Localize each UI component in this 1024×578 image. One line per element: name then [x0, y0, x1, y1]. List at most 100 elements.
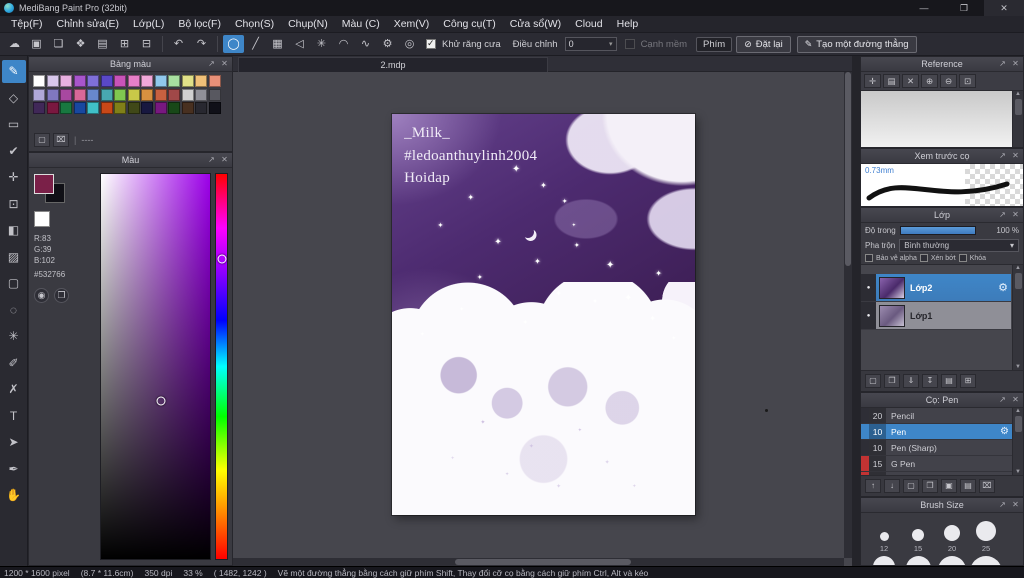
web-color-icon[interactable]: ◉: [34, 288, 49, 304]
hue-bar[interactable]: [215, 173, 228, 560]
color-swatch[interactable]: [141, 88, 153, 101]
color-swatch[interactable]: [141, 75, 153, 87]
duplicate-layer-icon[interactable]: ❐: [884, 374, 900, 388]
save-brush-icon[interactable]: ▣: [941, 479, 957, 493]
add-layer-icon[interactable]: ▢: [865, 374, 881, 388]
layer-settings-icon[interactable]: ⚙: [995, 281, 1011, 294]
color-swatch[interactable]: [168, 75, 180, 87]
color-swatch[interactable]: [60, 75, 72, 87]
dip-pen-tool[interactable]: ✒: [2, 458, 26, 481]
scrollbar-thumb[interactable]: [845, 72, 851, 266]
delete-color-icon[interactable]: ⌧: [53, 133, 69, 147]
menu-item[interactable]: Cửa sổ(W): [503, 16, 568, 33]
pen-tool[interactable]: ✔: [2, 140, 26, 163]
close-icon[interactable]: ✕: [1010, 499, 1021, 511]
menu-item[interactable]: Help: [610, 16, 646, 33]
zoom-in-icon[interactable]: ⊕: [921, 74, 938, 88]
snap-ellipse-icon[interactable]: ◠: [333, 35, 354, 53]
popout-icon[interactable]: ↗: [206, 154, 217, 166]
move-ref-icon[interactable]: ✛: [864, 74, 881, 88]
grid-icon[interactable]: ⊞: [114, 35, 135, 53]
snap-parallel-icon[interactable]: ╱: [245, 35, 266, 53]
color-swatch[interactable]: [87, 75, 99, 87]
artwork-canvas[interactable]: _Milk_ #ledoanthuylinh2004 Hoidap ✦ ✦ ✦ ✦ ✦ ✦…: [392, 114, 695, 515]
brush-row[interactable]: 10 Pen (Sharp): [861, 440, 1012, 456]
snap-grid-icon[interactable]: ▦: [267, 35, 288, 53]
menu-item[interactable]: Cloud: [568, 16, 609, 33]
opacity-slider[interactable]: [899, 226, 976, 235]
blend-mode-dropdown[interactable]: Bình thường ▾: [899, 239, 1019, 252]
canvas-viewport[interactable]: _Milk_ #ledoanthuylinh2004 Hoidap ✦ ✦ ✦ ✦ ✦ ✦…: [233, 72, 844, 558]
draw-line-button[interactable]: ✎ Tạo một đường thẳng: [796, 35, 917, 53]
color-swatch[interactable]: [181, 88, 194, 101]
color-swatch[interactable]: [100, 102, 113, 114]
brush-size-option[interactable]: [867, 556, 901, 565]
menu-item[interactable]: Chụp(N): [281, 16, 335, 33]
color-swatch[interactable]: [168, 102, 180, 114]
menu-item[interactable]: Màu (C): [335, 16, 387, 33]
menu-item[interactable]: Chỉnh sửa(E): [50, 16, 126, 33]
menu-item[interactable]: Chọn(S): [228, 16, 281, 33]
snap-curve-icon[interactable]: ∿: [355, 35, 376, 53]
brush-row[interactable]: 15 G Pen: [861, 456, 1012, 472]
close-icon[interactable]: ✕: [1010, 58, 1021, 70]
merge-layer-icon[interactable]: ⇓: [903, 374, 919, 388]
brush-row[interactable]: 20 Pencil: [861, 408, 1012, 424]
popout-icon[interactable]: ↗: [997, 150, 1008, 162]
redo-button[interactable]: ↷: [191, 35, 212, 53]
color-swatch[interactable]: [181, 102, 194, 114]
add-swatch-icon[interactable]: ❐: [54, 288, 69, 304]
add-color-icon[interactable]: ▢: [34, 133, 50, 147]
brush-tool[interactable]: ✎: [1, 60, 26, 83]
transparent-color-swatch[interactable]: [34, 211, 50, 227]
select-rect-tool[interactable]: ▭: [2, 113, 26, 136]
cloud-icon[interactable]: ☁: [4, 35, 25, 53]
soft-edge-checkbox[interactable]: Cạnh mềm: [624, 39, 690, 50]
clear-ref-icon[interactable]: ✕: [902, 74, 919, 88]
color-swatch[interactable]: [100, 88, 113, 101]
transfer-layer-icon[interactable]: ↧: [922, 374, 938, 388]
antialias-checkbox[interactable]: Khử răng cưa: [426, 38, 504, 50]
lasso-tool[interactable]: ◌: [2, 299, 26, 322]
eraser-tool[interactable]: ◇: [2, 87, 26, 110]
color-swatch[interactable]: [33, 75, 45, 87]
menu-item[interactable]: Lớp(L): [126, 16, 171, 33]
color-swatch[interactable]: [208, 75, 221, 87]
marquee-tool[interactable]: ⊡: [2, 193, 26, 216]
brush-size-option[interactable]: [969, 556, 1003, 565]
close-icon[interactable]: ✕: [1010, 394, 1021, 406]
palette-icon[interactable]: ❖: [70, 35, 91, 53]
color-swatch[interactable]: [114, 75, 126, 87]
scroll-up-icon[interactable]: ▲: [1015, 91, 1021, 97]
color-swatch[interactable]: [46, 88, 59, 101]
brush-list-scrollbar[interactable]: ▲ ▼: [1012, 408, 1023, 475]
reference-content[interactable]: ▲: [861, 91, 1023, 147]
minimize-button[interactable]: —: [904, 0, 944, 16]
color-swatch[interactable]: [208, 88, 221, 101]
popout-icon[interactable]: ↗: [997, 499, 1008, 511]
color-swatch[interactable]: [154, 102, 167, 114]
close-icon[interactable]: ✕: [1010, 209, 1021, 221]
comment-icon[interactable]: ❏: [48, 35, 69, 53]
color-swatch[interactable]: [168, 88, 180, 101]
scroll-down-icon[interactable]: ▼: [1015, 364, 1021, 370]
reset-button[interactable]: ⊘ Đặt lại: [736, 35, 791, 53]
magic-wand-tool[interactable]: ✳: [2, 325, 26, 348]
operation-tool[interactable]: ➤: [2, 431, 26, 454]
scroll-up-icon[interactable]: ▲: [1015, 408, 1021, 414]
delete-brush-icon[interactable]: ⌧: [979, 479, 995, 493]
sv-marker[interactable]: [156, 396, 166, 406]
layer-row[interactable]: ● Lớp2 ⚙: [861, 274, 1011, 302]
scrollbar-thumb[interactable]: [1014, 416, 1022, 432]
color-swatch[interactable]: [73, 75, 86, 87]
lock-checkbox[interactable]: [958, 254, 967, 262]
color-swatch[interactable]: [87, 88, 99, 101]
menu-item[interactable]: Tệp(F): [4, 16, 50, 33]
text-tool[interactable]: T: [2, 405, 26, 428]
color-swatch[interactable]: [73, 88, 86, 101]
document-tab[interactable]: 2.mdp: [238, 57, 548, 72]
duplicate-brush-icon[interactable]: ❐: [922, 479, 938, 493]
saturation-value-box[interactable]: [100, 173, 211, 560]
snap-settings-icon[interactable]: ⚙: [377, 35, 398, 53]
menu-item[interactable]: Công cụ(T): [436, 16, 503, 33]
